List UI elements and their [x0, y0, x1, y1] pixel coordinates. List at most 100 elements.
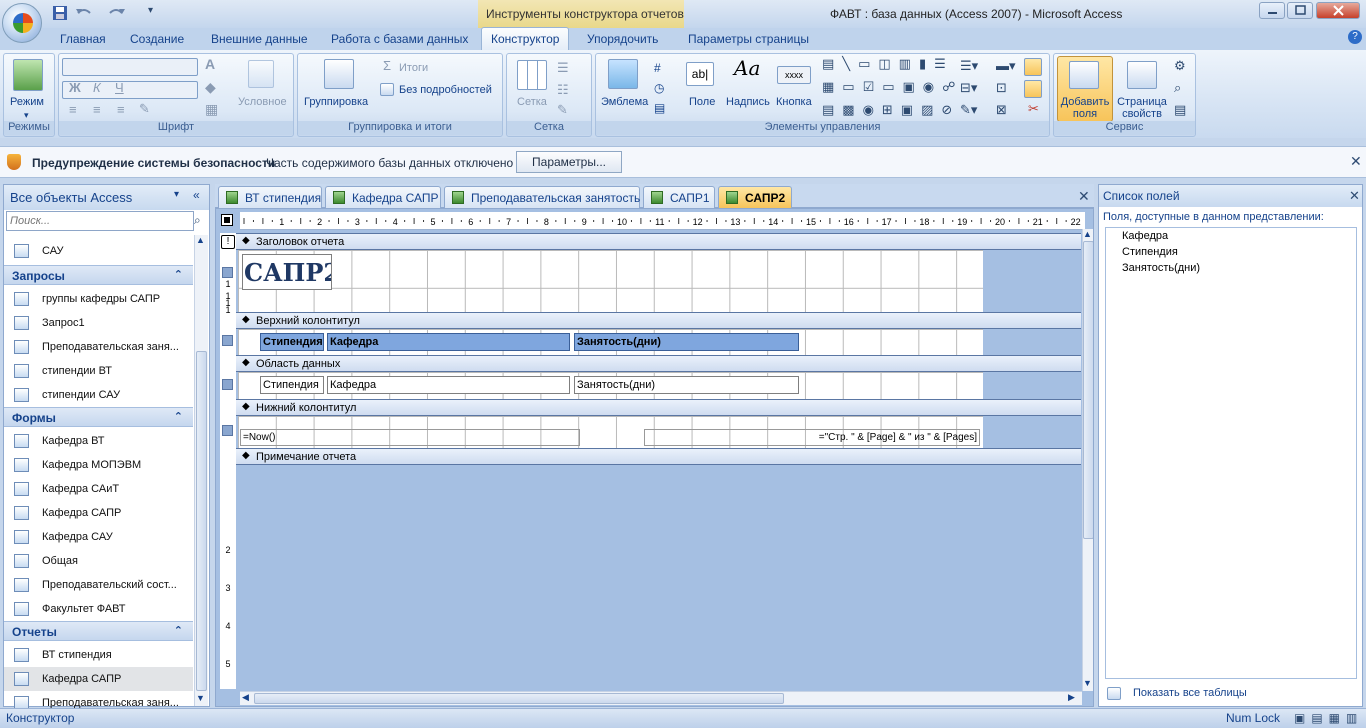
nav-group-header[interactable]: Формы ⌃ [4, 407, 193, 427]
scroll-up-icon[interactable]: ▲ [1083, 229, 1092, 239]
field-workload[interactable]: Занятость(дни) [574, 376, 799, 394]
hide-details-button[interactable]: Без подробностей [399, 84, 492, 96]
section-page-header[interactable]: ◆ Верхний колонтитул [236, 312, 1081, 329]
view-switcher-icons[interactable]: ▣▤▦▥ [1294, 711, 1363, 725]
special-effect-icon[interactable]: ▬▾ [996, 59, 1016, 72]
collapse-group-icon[interactable]: ⌃ [174, 624, 183, 637]
controls-row-3-icons[interactable]: ▤▩◉⊞▣▨⊘ [822, 103, 960, 116]
border-icon[interactable]: ⊡ [996, 81, 1007, 94]
footer-now-field[interactable]: =Now() [240, 429, 580, 446]
date-time-icon[interactable]: ◷ [654, 82, 664, 94]
add-fields-button[interactable]: Добавить поля [1059, 96, 1111, 120]
close-window-button[interactable] [1316, 2, 1360, 19]
tab-arrange[interactable]: Упорядочить [587, 32, 658, 46]
subreport-icon[interactable]: ▤ [1174, 103, 1186, 116]
horizontal-ruler[interactable]: 1 2 3 4 5 6 7 8 9 10 11 12 13 14 15 16 17 18 19 20 21 22 [240, 212, 1085, 230]
minimize-button[interactable] [1259, 2, 1285, 19]
scroll-right-icon[interactable]: ▶ [1068, 692, 1075, 703]
line-color-control-icon[interactable]: ✎▾ [960, 103, 977, 116]
tab-home[interactable]: Главная [60, 32, 106, 46]
nav-item[interactable]: Факультет ФАВТ [4, 597, 193, 621]
nav-item[interactable]: Кафедра САУ [4, 525, 193, 549]
controls-row-2-icons[interactable]: ▦▭☑▭▣◉☍ [822, 80, 963, 93]
grid-button[interactable]: Сетка [517, 96, 547, 108]
office-button[interactable] [2, 3, 42, 43]
tab-design[interactable]: Конструктор [481, 27, 569, 51]
report-title-label[interactable]: САПР2 [242, 254, 332, 290]
fill-color-icon[interactable]: ◆ [205, 80, 216, 94]
line-type-icon[interactable]: ☷ [557, 83, 569, 96]
view-dropdown-icon[interactable]: ▾ [24, 109, 29, 121]
scroll-left-icon[interactable]: ◀ [242, 692, 249, 703]
scroll-up-icon[interactable]: ▲ [196, 235, 205, 245]
report-selector[interactable] [221, 214, 233, 226]
close-document-icon[interactable]: ✕ [1078, 188, 1090, 205]
nav-search-input[interactable] [6, 211, 194, 231]
activex-icon[interactable]: ✂ [1028, 102, 1039, 115]
line-style-icon[interactable]: ⊟▾ [960, 81, 977, 94]
tab-page-setup[interactable]: Параметры страницы [688, 32, 809, 46]
insert-control-icon[interactable]: ⊠ [996, 103, 1007, 116]
nav-item[interactable]: Кафедра САПР [4, 667, 193, 691]
page-number-icon[interactable]: # [654, 62, 661, 74]
field-list-item[interactable]: Кафедра [1122, 230, 1168, 242]
field-list-item[interactable]: Стипендия [1122, 246, 1178, 258]
scroll-down-icon[interactable]: ▼ [1083, 678, 1092, 688]
nav-scroll-thumb[interactable] [196, 351, 207, 691]
section-report-header[interactable]: ◆ Заголовок отчета [236, 233, 1081, 250]
header-label-scholarship[interactable]: Стипендия [260, 333, 324, 351]
format-painter-icon[interactable]: ✎ [139, 102, 150, 115]
title-icon[interactable]: ▤ [654, 102, 665, 114]
nav-scrollbar[interactable]: ▲ ▼ [194, 235, 208, 706]
nav-group-header[interactable]: Запросы ⌃ [4, 265, 193, 285]
align-center-icon[interactable]: ≡ [93, 103, 101, 116]
nav-item[interactable]: Общая [4, 549, 193, 573]
close-security-bar-icon[interactable]: ✕ [1350, 153, 1362, 170]
control-wizards-icon[interactable] [1024, 80, 1042, 98]
scroll-down-icon[interactable]: ▼ [196, 693, 205, 703]
gridlines-icon[interactable]: ▦ [205, 102, 218, 116]
nav-pane-header[interactable]: Все объекты Access ▾ « [4, 185, 209, 210]
close-field-list-icon[interactable]: ✕ [1349, 188, 1360, 204]
tab-external-data[interactable]: Внешние данные [211, 32, 308, 46]
nav-item[interactable]: САУ [4, 239, 193, 263]
label-button[interactable]: Надпись [726, 96, 770, 108]
nav-item[interactable]: ВТ стипендия [4, 643, 193, 667]
doc-tab[interactable]: Преподавательская занятость [444, 186, 640, 208]
save-icon[interactable] [52, 5, 70, 21]
grouping-button[interactable]: Группировка [304, 96, 368, 108]
nav-group-header[interactable]: Отчеты ⌃ [4, 621, 193, 641]
tab-order-icon[interactable]: ⌕ [1174, 81, 1181, 94]
design-vertical-scrollbar[interactable]: ▲ ▼ [1082, 229, 1093, 691]
footer-page-field[interactable]: ="Стр. " & [Page] & " из " & [Pages] [644, 429, 980, 446]
nav-filter-dropdown-icon[interactable]: ▾ [174, 189, 179, 200]
doc-tab[interactable]: Кафедра САПР [325, 186, 441, 208]
security-options-button[interactable]: Параметры... [516, 151, 622, 173]
nav-item[interactable]: Запрос1 [4, 311, 193, 335]
view-button[interactable]: Режим [10, 96, 44, 108]
nav-item[interactable]: стипендии ВТ [4, 359, 193, 383]
line-width-icon[interactable]: ☰▾ [960, 59, 978, 72]
nav-item[interactable]: группы кафедры САПР [4, 287, 193, 311]
align-left-icon[interactable]: ≡ [69, 103, 77, 116]
nav-item[interactable]: Кафедра САПР [4, 501, 193, 525]
section-selector[interactable] [222, 267, 233, 278]
report-header-area[interactable] [238, 250, 983, 312]
section-detail[interactable]: ◆ Область данных [236, 355, 1081, 372]
search-icon[interactable]: ⌕ [194, 213, 201, 228]
font-name-combo[interactable] [62, 58, 198, 76]
nav-collapse-icon[interactable]: « [193, 188, 200, 202]
doc-tab[interactable]: САПР1 [643, 186, 715, 208]
doc-tab[interactable]: ВТ стипендия [218, 186, 322, 208]
collapse-group-icon[interactable]: ⌃ [174, 268, 183, 281]
design-vscroll-thumb[interactable] [1083, 241, 1093, 539]
bold-icon[interactable]: Ж [69, 81, 81, 94]
controls-row-1-icons[interactable]: ▤╲▭◫▥▮☰ [822, 57, 954, 70]
header-label-department[interactable]: Кафедра [327, 333, 570, 351]
font-size-combo[interactable] [62, 81, 198, 99]
select-pointer-icon[interactable] [1024, 58, 1042, 76]
logo-button[interactable]: Эмблема [601, 96, 648, 108]
totals-button[interactable]: Итоги [399, 62, 428, 74]
maximize-button[interactable] [1287, 2, 1313, 19]
conditional-format-button[interactable]: Условное [238, 96, 287, 108]
